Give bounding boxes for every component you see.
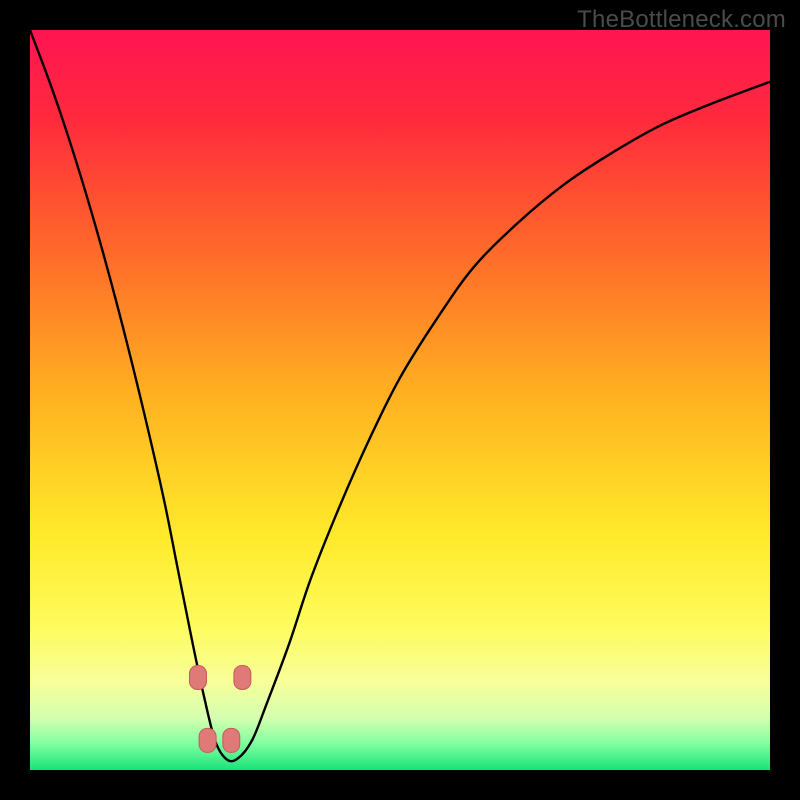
bottleneck-chart bbox=[30, 30, 770, 770]
curve-marker-0 bbox=[189, 666, 206, 690]
curve-marker-3 bbox=[234, 666, 251, 690]
curve-marker-1 bbox=[199, 728, 216, 752]
outer-frame: TheBottleneck.com bbox=[0, 0, 800, 800]
watermark-text: TheBottleneck.com bbox=[577, 6, 786, 34]
plot-area bbox=[30, 30, 770, 770]
curve-marker-2 bbox=[223, 728, 240, 752]
